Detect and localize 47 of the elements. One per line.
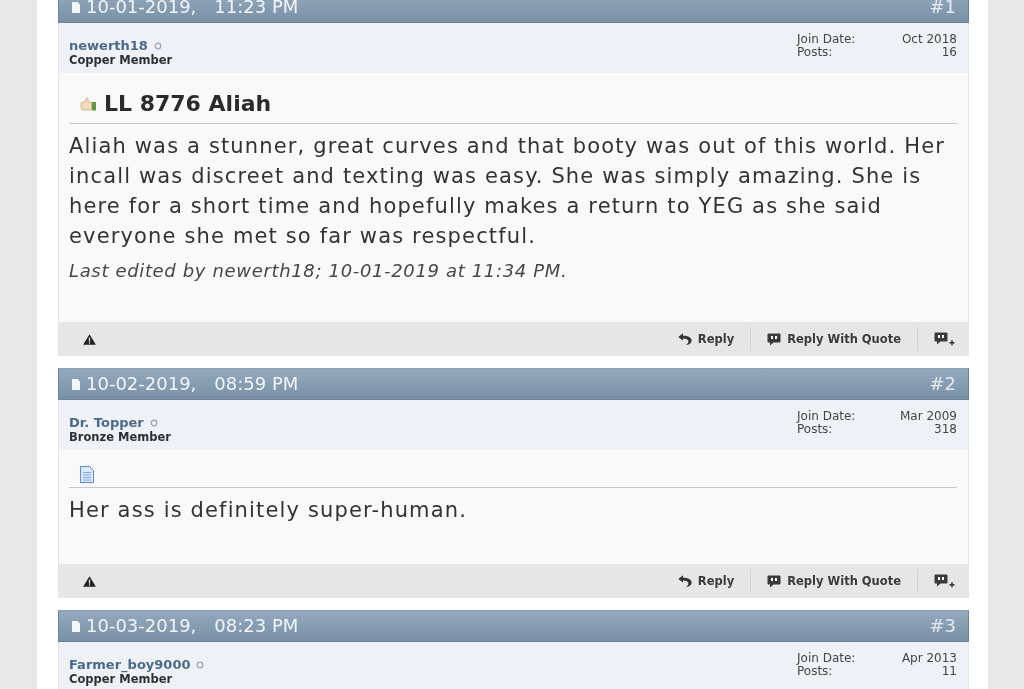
- post-title: LL 8776 Aliah: [104, 90, 272, 118]
- reply-with-quote-button[interactable]: Reply With Quote: [751, 569, 917, 593]
- post-date: 10-03-2019,: [86, 615, 197, 637]
- stat-value: Mar 2009: [900, 410, 957, 423]
- reply-arrow-icon: [677, 333, 692, 345]
- member-rank: Bronze Member: [69, 430, 171, 444]
- edit-note: Last edited by newerth18; 10-01-2019 at 11:34 PM.: [69, 259, 569, 283]
- post-time: 08:59 PM: [214, 373, 299, 395]
- member-rank: Copper Member: [69, 53, 173, 67]
- stat-label: Posts:: [797, 665, 834, 678]
- stat-label: Posts:: [797, 46, 834, 59]
- stat-label: Join Date:: [797, 33, 857, 46]
- hand-icon: [80, 97, 96, 111]
- stat-value: 11: [941, 665, 957, 678]
- reply-arrow-icon: [677, 575, 692, 587]
- stat-value: Apr 2013: [901, 652, 957, 665]
- post-time: 11:23 PM: [214, 0, 299, 18]
- post-time: 08:23 PM: [214, 615, 299, 637]
- warning-icon: [83, 333, 96, 345]
- stat-label: Posts:: [797, 423, 834, 436]
- quote-bubble-icon: [767, 332, 782, 346]
- report-button[interactable]: [83, 575, 96, 587]
- post-date: 10-01-2019,: [86, 0, 197, 18]
- stat-value: 16: [941, 46, 957, 59]
- speech-bubble-plus-icon: [934, 574, 955, 588]
- report-button[interactable]: [83, 333, 96, 345]
- username-link[interactable]: Farmer_boy9000: [69, 658, 191, 672]
- reply-with-quote-button[interactable]: Reply With Quote: [751, 327, 917, 351]
- stat-value: Oct 2018: [901, 33, 957, 46]
- document-icon: [80, 466, 94, 483]
- member-rank: Copper Member: [69, 672, 173, 686]
- username-link[interactable]: Dr. Topper: [69, 416, 144, 430]
- post-message: Aliah was a stunner, great curves and that booty was out of this world. Her incall was discreet and texting was easy. She was simply amazing. She is here for a short time and hopefully makes a return to YEG as she said everyone she met so far was respectful.: [69, 133, 947, 250]
- document-icon: [72, 378, 80, 390]
- post-message: Her ass is definitely super-human.: [69, 497, 468, 524]
- speech-bubble-plus-icon: [934, 332, 955, 346]
- reply-button[interactable]: Reply: [661, 327, 751, 351]
- stat-label: Join Date:: [797, 652, 857, 665]
- document-icon: [72, 1, 80, 13]
- quote-bubble-icon: [767, 574, 782, 588]
- document-icon: [72, 620, 80, 632]
- warning-icon: [83, 575, 96, 587]
- stat-value: 318: [934, 423, 957, 436]
- username-link[interactable]: newerth18: [69, 39, 148, 53]
- post-date: 10-02-2019,: [86, 373, 197, 395]
- stat-label: Join Date:: [797, 410, 857, 423]
- reply-button[interactable]: Reply: [661, 569, 751, 593]
